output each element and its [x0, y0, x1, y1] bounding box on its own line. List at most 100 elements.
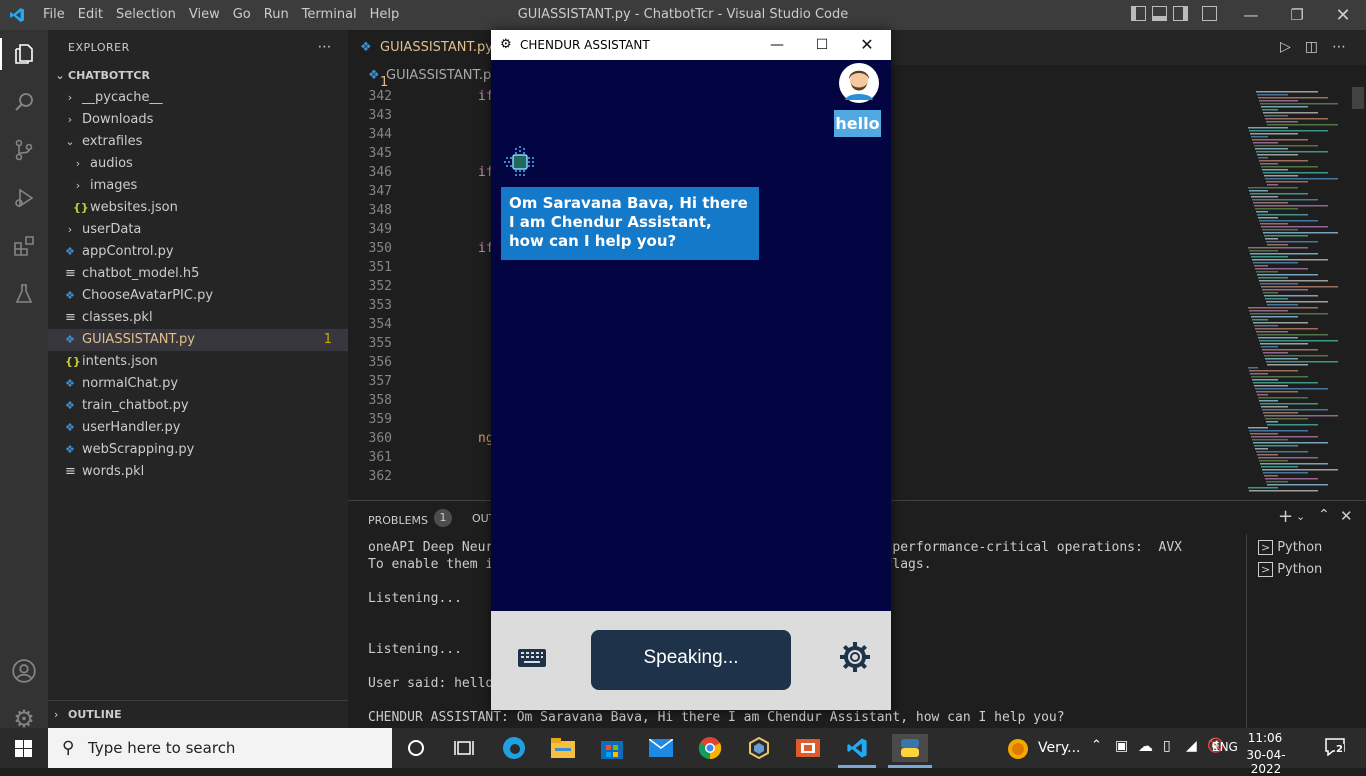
chrome-icon[interactable]: [696, 734, 724, 762]
notification-center-icon[interactable]: 2: [1325, 738, 1345, 760]
more-actions-icon[interactable]: ⋯: [1332, 39, 1346, 55]
tree-item[interactable]: › __pycache__: [48, 87, 348, 109]
python-taskbar-icon[interactable]: [892, 734, 928, 762]
menu-view[interactable]: View: [189, 7, 220, 22]
menu-terminal[interactable]: Terminal: [302, 7, 357, 22]
cube-app-icon[interactable]: [745, 734, 773, 762]
menu-help[interactable]: Help: [370, 7, 400, 22]
tree-item[interactable]: ❖ train_chatbot.py: [48, 395, 348, 417]
testing-icon[interactable]: [10, 280, 38, 308]
minimap[interactable]: [1243, 87, 1353, 497]
tree-item[interactable]: › images: [48, 175, 348, 197]
chevron-down-icon[interactable]: ⌄: [1296, 510, 1305, 523]
weather-icon[interactable]: [1007, 738, 1029, 764]
menu-edit[interactable]: Edit: [78, 7, 103, 22]
clock-time[interactable]: 11:06: [1237, 731, 1293, 745]
close-window-button[interactable]: ✕: [1320, 0, 1366, 30]
minimap-line: [1265, 418, 1308, 420]
menu-run[interactable]: Run: [264, 7, 289, 22]
tree-item[interactable]: ❖ appControl.py: [48, 241, 348, 263]
tree-item-label: userData: [82, 222, 142, 237]
vscode-taskbar-icon[interactable]: [843, 734, 871, 762]
show-hidden-icons-chevron-icon[interactable]: ⌃: [1091, 738, 1102, 753]
tree-item[interactable]: ≡ chatbot_model.h5: [48, 263, 348, 285]
terminal-name: Python: [1277, 562, 1323, 577]
task-view-icon[interactable]: [450, 734, 478, 762]
more-actions-icon[interactable]: ⋯: [318, 30, 333, 65]
accounts-icon[interactable]: [10, 657, 38, 685]
restore-window-button[interactable]: ❐: [1274, 0, 1320, 30]
microsoft-store-icon[interactable]: [598, 734, 626, 762]
edge-icon[interactable]: [500, 734, 528, 762]
wifi-icon[interactable]: ◢: [1186, 738, 1197, 754]
terminal-line: CHENDUR ASSISTANT: Om Saravana Bava, Hi …: [368, 710, 1065, 725]
chat-minimize-button[interactable]: —: [755, 30, 799, 60]
split-editor-icon[interactable]: ◫: [1305, 39, 1318, 55]
run-python-icon[interactable]: ▷: [1280, 39, 1291, 55]
terminal-item[interactable]: > Python: [1258, 537, 1322, 559]
presentation-app-icon[interactable]: [794, 734, 822, 762]
menu-file[interactable]: File: [43, 7, 65, 22]
menu-go[interactable]: Go: [233, 7, 251, 22]
file-explorer-icon[interactable]: [549, 734, 577, 762]
minimap-line: [1257, 454, 1278, 456]
tree-item[interactable]: {} intents.json: [48, 351, 348, 373]
maximize-panel-icon[interactable]: ⌃: [1318, 507, 1330, 523]
search-icon[interactable]: [10, 88, 38, 116]
minimap-line: [1250, 253, 1318, 255]
settings-gear-icon[interactable]: [839, 641, 871, 673]
minimap-line: [1250, 313, 1328, 315]
tree-item[interactable]: › Downloads: [48, 109, 348, 131]
editor-scrollbar[interactable]: [1352, 87, 1364, 109]
mail-icon[interactable]: [647, 734, 675, 762]
tree-item[interactable]: › audios: [48, 153, 348, 175]
tree-item-label: ChooseAvatarPIC.py: [82, 288, 214, 303]
extensions-icon[interactable]: [10, 232, 38, 260]
outline-section[interactable]: › OUTLINE: [48, 700, 348, 728]
tree-item[interactable]: › userData: [48, 219, 348, 241]
tree-item[interactable]: ≡ classes.pkl: [48, 307, 348, 329]
minimize-window-button[interactable]: —: [1228, 0, 1274, 30]
windows-start-icon[interactable]: [15, 740, 32, 757]
customize-layout-icon[interactable]: [1202, 6, 1217, 21]
chat-maximize-button[interactable]: ☐: [800, 30, 844, 60]
toggle-panel-icon[interactable]: [1152, 6, 1167, 21]
tab-problems[interactable]: PROBLEMS 1: [368, 509, 453, 530]
network-drive-icon[interactable]: ▣: [1115, 738, 1128, 754]
tree-item[interactable]: ❖ normalChat.py: [48, 373, 348, 395]
speak-button[interactable]: Speaking...: [591, 630, 791, 690]
cortana-icon[interactable]: [402, 734, 430, 762]
weather-text[interactable]: Very...: [1038, 740, 1081, 756]
tree-item[interactable]: ❖ webScrapping.py: [48, 439, 348, 461]
tab-guiassistant[interactable]: ❖ GUIASSISTANT.py 1: [348, 30, 498, 90]
minimap-line: [1258, 337, 1298, 339]
new-terminal-icon[interactable]: +: [1278, 506, 1293, 527]
explorer-icon[interactable]: [10, 40, 38, 68]
source-control-icon[interactable]: [10, 136, 38, 164]
run-debug-icon[interactable]: [10, 184, 38, 212]
tree-item[interactable]: ❖ ChooseAvatarPIC.py: [48, 285, 348, 307]
keyboard-icon[interactable]: [518, 649, 546, 667]
python-file-icon: ❖: [65, 333, 75, 346]
tree-item[interactable]: ❖ userHandler.py: [48, 417, 348, 439]
toggle-secondary-sidebar-icon[interactable]: [1173, 6, 1188, 21]
taskbar-search-box[interactable]: ⚲ Type here to search: [48, 728, 392, 768]
chat-close-button[interactable]: ✕: [845, 30, 889, 60]
minimap-line: [1265, 358, 1298, 360]
toggle-sidebar-icon[interactable]: [1131, 6, 1146, 21]
minimap-line: [1250, 373, 1268, 375]
tree-item[interactable]: ❖ GUIASSISTANT.py 1: [48, 329, 348, 351]
tree-item[interactable]: {} websites.json: [48, 197, 348, 219]
chendur-assistant-window: ⚙ CHENDUR ASSISTANT — ☐ ✕ hello Om Sarav…: [491, 30, 891, 710]
breadcrumb-file[interactable]: GUIASSISTANT.py: [386, 68, 499, 83]
terminal-item[interactable]: > Python: [1258, 559, 1322, 581]
menu-selection[interactable]: Selection: [116, 7, 176, 22]
minimap-line: [1261, 406, 1288, 408]
project-root[interactable]: ⌄ CHATBOTTCR: [48, 65, 348, 87]
cloud-icon[interactable]: ☁: [1138, 737, 1153, 755]
tree-item[interactable]: ≡ words.pkl: [48, 461, 348, 483]
close-panel-icon[interactable]: ✕: [1340, 507, 1353, 525]
clock-date[interactable]: 30-04-2022: [1234, 748, 1298, 776]
battery-icon[interactable]: ▯: [1163, 738, 1171, 754]
tree-item[interactable]: ⌄ extrafiles: [48, 131, 348, 153]
